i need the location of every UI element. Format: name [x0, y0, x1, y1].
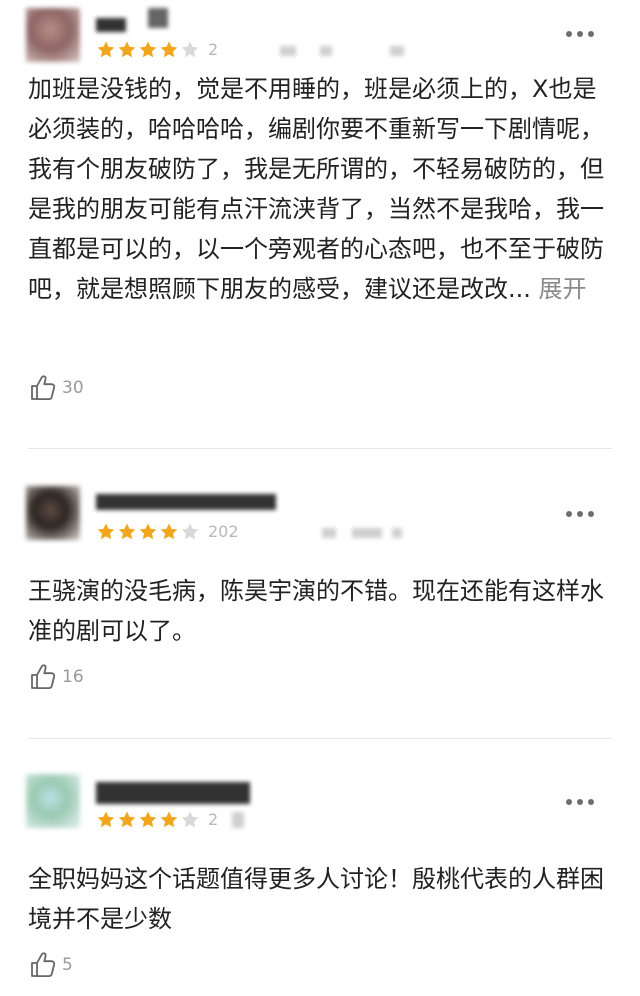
star-icon	[139, 523, 157, 540]
username-redacted[interactable]	[96, 18, 126, 32]
review-content: 加班是没钱的，觉是不用睡的，班是必须上的，X也是必须装的，哈哈哈哈，编剧你要不重…	[28, 69, 613, 309]
star-icon	[181, 811, 199, 828]
review-date: 202	[208, 522, 239, 541]
divider	[28, 738, 612, 739]
avatar[interactable]	[26, 8, 80, 62]
username-redacted[interactable]	[96, 782, 250, 804]
review-content: 全职妈妈这个话题值得更多人讨论！殷桃代表的人群困境并不是少数	[28, 859, 613, 939]
more-dots-icon	[566, 31, 572, 37]
thumbs-up-icon	[31, 952, 56, 977]
like-button[interactable]: 30	[28, 373, 84, 403]
meta-redacted	[322, 528, 336, 538]
meta-redacted	[352, 528, 382, 538]
username-redacted	[148, 8, 168, 28]
more-options-button[interactable]	[566, 510, 594, 518]
star-icon	[139, 811, 157, 828]
review-text: 全职妈妈这个话题值得更多人讨论！殷桃代表的人群困境并不是少数	[28, 865, 604, 933]
star-icon	[97, 523, 115, 540]
more-dots-icon	[566, 799, 572, 805]
star-icon	[181, 523, 199, 540]
rating-stars	[96, 810, 200, 830]
meta-redacted	[320, 46, 332, 56]
meta-redacted	[390, 46, 404, 56]
avatar[interactable]	[26, 774, 80, 828]
more-dot	[577, 799, 583, 805]
more-dots-icon	[566, 511, 572, 517]
meta-redacted	[392, 528, 402, 538]
star-icon	[97, 41, 115, 58]
like-button[interactable]: 5	[28, 950, 73, 980]
thumbs-up-icon	[31, 664, 56, 689]
review-text: 加班是没钱的，觉是不用睡的，班是必须上的，X也是必须装的，哈哈哈哈，编剧你要不重…	[28, 75, 604, 303]
star-icon	[118, 41, 136, 58]
more-dot	[577, 511, 583, 517]
like-button[interactable]: 16	[28, 662, 84, 692]
star-icon	[118, 523, 136, 540]
like-count: 16	[62, 667, 84, 687]
meta-redacted	[280, 46, 296, 56]
review-date: 2	[208, 810, 219, 829]
more-options-button[interactable]	[566, 30, 594, 38]
review-content: 王骁演的没毛病，陈昊宇演的不错。现在还能有这样水准的剧可以了。	[28, 571, 613, 651]
rating-stars	[96, 522, 200, 542]
more-options-button[interactable]	[566, 798, 594, 806]
expand-link[interactable]: 展开	[539, 275, 587, 303]
star-icon	[97, 811, 115, 828]
more-dot	[577, 31, 583, 37]
like-count: 5	[62, 955, 73, 975]
star-icon	[160, 41, 178, 58]
more-dot	[588, 799, 594, 805]
more-dot	[588, 511, 594, 517]
divider	[28, 448, 612, 449]
star-icon	[181, 41, 199, 58]
rating-stars	[96, 40, 200, 60]
avatar[interactable]	[26, 486, 80, 540]
star-icon	[118, 811, 136, 828]
username-redacted[interactable]	[96, 494, 276, 510]
star-icon	[160, 523, 178, 540]
thumbs-up-icon	[31, 375, 56, 400]
star-icon	[139, 41, 157, 58]
more-dot	[588, 31, 594, 37]
review-date: 2	[208, 40, 219, 59]
review-text: 王骁演的没毛病，陈昊宇演的不错。现在还能有这样水准的剧可以了。	[28, 577, 604, 645]
meta-redacted	[232, 812, 244, 828]
star-icon	[160, 811, 178, 828]
like-count: 30	[62, 378, 84, 398]
